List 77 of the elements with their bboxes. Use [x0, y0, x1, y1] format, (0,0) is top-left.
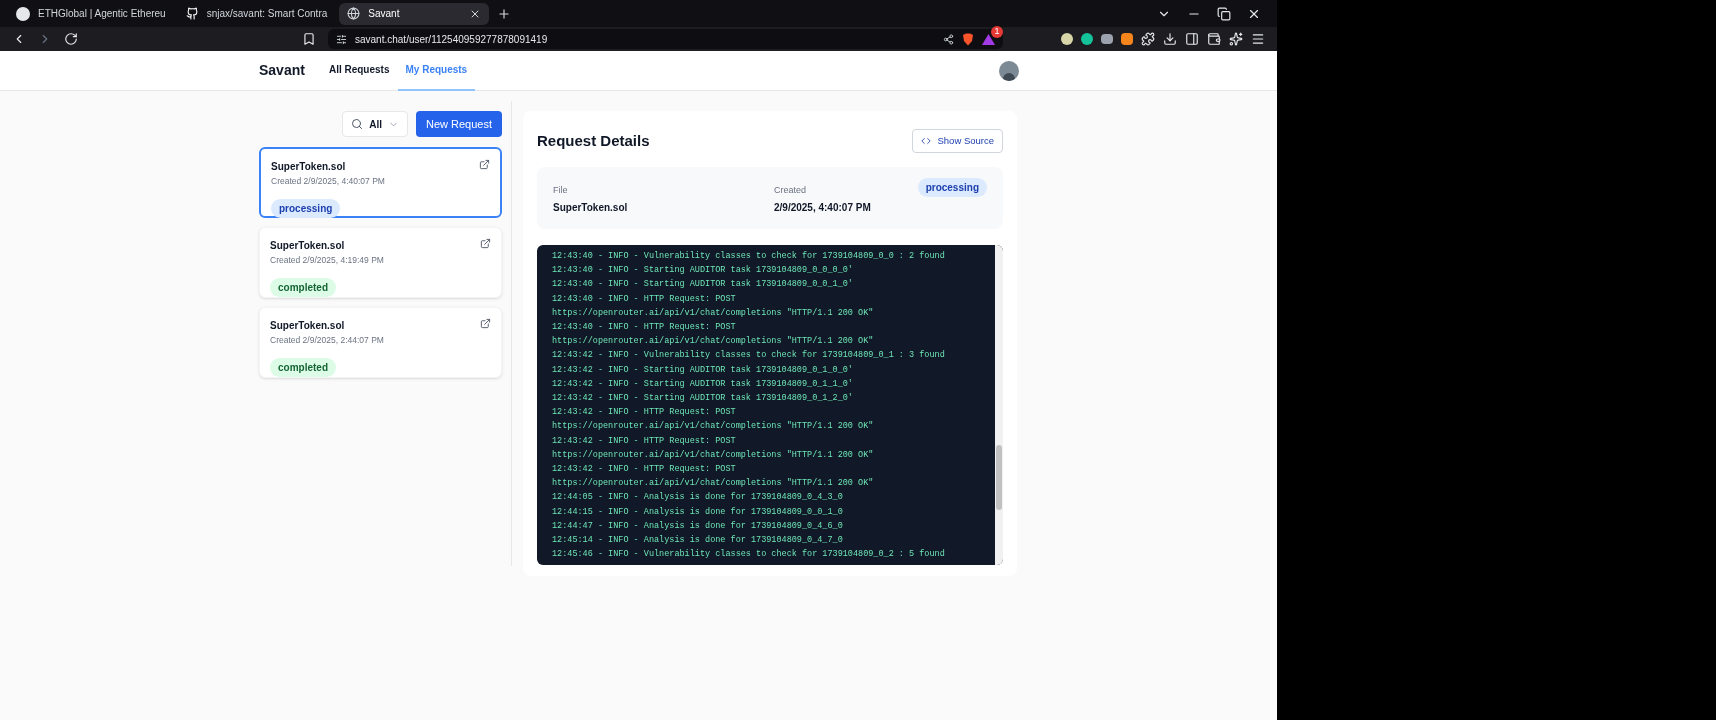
file-name: SuperToken.sol	[270, 239, 345, 253]
sidebar-icon[interactable]	[1185, 32, 1199, 46]
request-card[interactable]: SuperToken.sol Created 2/9/2025, 4:40:07 PM processing	[259, 147, 502, 218]
filter-value: All	[369, 117, 382, 132]
status-badge: processing	[271, 198, 341, 218]
browser-tab[interactable]: Savant	[339, 2, 490, 25]
browser-tab[interactable]: ETHGlobal | Agentic Ethereu	[8, 2, 174, 25]
log-line: 12:43:42 - INFO - Starting AUDITOR task 1739104809_0_1_2_0'	[552, 392, 853, 406]
log-line: 12:43:40 - INFO - Vulnerability classes to check for 1739104809_0_0 : 2 found	[552, 250, 945, 263]
globe-icon	[347, 7, 361, 20]
external-link-icon[interactable]	[480, 238, 491, 249]
request-card[interactable]: SuperToken.sol Created 2/9/2025, 4:19:49 PM completed	[259, 227, 502, 298]
log-line: https://openrouter.ai/api/v1/chat/completions "HTTP/1.1 200 OK"	[552, 420, 874, 434]
reload-icon[interactable]	[64, 32, 78, 46]
field-label: Created	[774, 184, 808, 197]
menu-icon[interactable]	[1251, 32, 1265, 46]
scrollbar[interactable]	[995, 245, 1003, 565]
brand-name: Savant	[259, 61, 305, 80]
field-value: SuperToken.sol	[553, 200, 629, 215]
new-tab-icon[interactable]	[497, 6, 512, 21]
avatar[interactable]	[999, 60, 1019, 81]
log-line: 12:43:42 - INFO - Starting AUDITOR task 1739104809_0_1_1_0'	[552, 377, 853, 391]
bookmark-icon[interactable]	[302, 32, 316, 46]
created-date: Created 2/9/2025, 4:19:49 PM	[270, 254, 385, 267]
file-name: SuperToken.sol	[270, 319, 345, 333]
status-badge: completed	[270, 277, 336, 297]
file-name: SuperToken.sol	[271, 160, 346, 174]
site-logo-icon	[16, 6, 30, 21]
browser-tab[interactable]: snjax/savant: Smart Contra	[177, 2, 336, 25]
search-icon	[351, 118, 364, 130]
nav-link[interactable]: All Requests	[320, 50, 398, 91]
show-source-button[interactable]: Show Source	[912, 129, 1003, 153]
log-line: 12:44:47 - INFO - Analysis is done for 1739104809_0_4_6_0	[552, 519, 843, 533]
log-line: 12:43:40 - INFO - Starting AUDITOR task 1739104809_0_0_0_0'	[552, 264, 853, 278]
sparkle-icon[interactable]	[1229, 32, 1243, 46]
log-line: https://openrouter.ai/api/v1/chat/completions "HTTP/1.1 200 OK"	[552, 477, 874, 491]
log-line: 12:45:14 - INFO - Analysis is done for 1739104809_0_4_7_0	[552, 534, 843, 548]
field-label: File	[553, 184, 569, 197]
log-line: 12:45:46 - INFO - Vulnerability classes to check for 1739104809_0_2 : 5 found	[552, 548, 945, 562]
status-badge: processing	[917, 178, 987, 197]
extension-icon[interactable]	[1061, 33, 1073, 45]
request-card[interactable]: SuperToken.sol Created 2/9/2025, 2:44:07 PM completed	[259, 307, 502, 378]
log-line: 12:43:40 - INFO - HTTP Request: POST	[552, 321, 736, 334]
download-icon[interactable]	[1163, 32, 1177, 46]
log-line: 12:43:40 - INFO - Starting AUDITOR task 1739104809_0_0_1_0'	[552, 278, 853, 292]
share-icon[interactable]	[943, 33, 954, 45]
github-icon	[185, 7, 199, 20]
log-line: 12:44:05 - INFO - Analysis is done for 1739104809_0_4_3_0	[552, 491, 843, 505]
wallet-icon[interactable]	[1207, 32, 1221, 46]
site-settings-icon[interactable]	[336, 33, 347, 45]
log-line: 12:43:40 - INFO - HTTP Request: POST	[552, 292, 736, 306]
code-icon	[921, 136, 932, 146]
extension-icon[interactable]	[1081, 33, 1093, 45]
puzzle-icon[interactable]	[1141, 32, 1155, 46]
log-line: 12:44:15 - INFO - Analysis is done for 1739104809_0_0_1_0	[552, 505, 843, 519]
details-title: Request Details	[537, 130, 650, 151]
extension-icon[interactable]	[1101, 34, 1113, 44]
external-link-icon[interactable]	[480, 318, 491, 329]
new-request-button[interactable]: New Request	[415, 111, 502, 137]
triangle-icon[interactable]	[982, 33, 995, 45]
status-badge: completed	[270, 357, 336, 377]
log-line: https://openrouter.ai/api/v1/chat/completions "HTTP/1.1 200 OK"	[552, 448, 874, 462]
log-line: 12:43:42 - INFO - Starting AUDITOR task 1739104809_0_1_0_0'	[552, 363, 853, 377]
log-line: 12:43:42 - INFO - HTTP Request: POST	[552, 463, 736, 477]
field-value: 2/9/2025, 4:40:07 PM	[774, 200, 872, 215]
url-text: savant.chat/user/112540959277878091419	[355, 32, 548, 47]
created-date: Created 2/9/2025, 2:44:07 PM	[270, 334, 385, 347]
log-line: https://openrouter.ai/api/v1/chat/completions "HTTP/1.1 200 OK"	[552, 335, 874, 349]
log-line: 12:43:42 - INFO - Vulnerability classes to check for 1739104809_0_1 : 3 found	[552, 349, 945, 363]
log-line: 12:43:42 - INFO - HTTP Request: POST	[552, 434, 736, 448]
external-link-icon[interactable]	[479, 159, 490, 170]
log-line: 12:43:42 - INFO - HTTP Request: POST	[552, 406, 736, 420]
address-bar[interactable]: savant.chat/user/112540959277878091419 1	[328, 29, 1003, 49]
restore-icon[interactable]	[1217, 6, 1231, 21]
created-date: Created 2/9/2025, 4:40:07 PM	[271, 175, 386, 188]
filter-dropdown[interactable]: All	[342, 111, 408, 137]
log-line: https://openrouter.ai/api/v1/chat/completions "HTTP/1.1 200 OK"	[552, 306, 874, 320]
